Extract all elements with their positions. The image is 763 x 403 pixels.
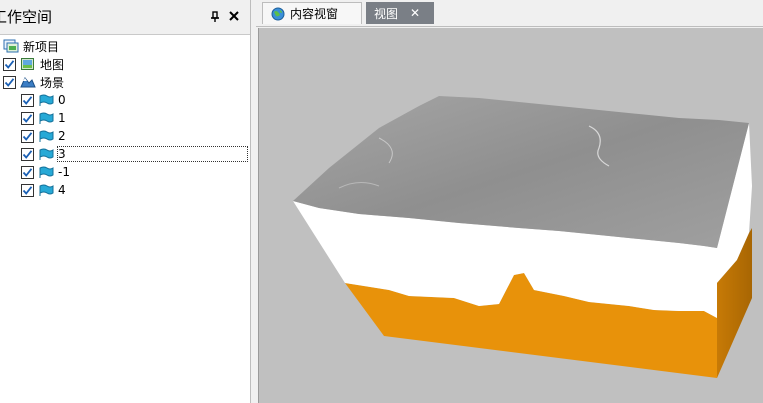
- tree-item-label: 新项目: [23, 39, 60, 54]
- layer-label: 4: [58, 183, 66, 197]
- check-icon: [22, 95, 33, 105]
- document-tab-strip: 内容视窗 视图 ✕: [256, 0, 763, 27]
- check-icon: [22, 185, 33, 195]
- scene-viewport[interactable]: [258, 28, 763, 403]
- layer-flag-icon: [39, 130, 54, 142]
- tab-content-window[interactable]: 内容视窗: [262, 2, 362, 24]
- tree-item-project[interactable]: 新项目: [3, 37, 59, 55]
- project-icon: [3, 39, 19, 53]
- layer-flag-icon: [39, 184, 54, 196]
- layer-label: 2: [58, 129, 66, 143]
- layer-flag-icon: [39, 148, 54, 160]
- check-icon: [22, 149, 33, 159]
- scene-icon: [20, 77, 36, 88]
- layer-flag-icon: [39, 112, 54, 124]
- layer-label: 1: [58, 111, 66, 125]
- tab-close-icon[interactable]: ✕: [410, 6, 420, 20]
- layer-label: 0: [58, 93, 66, 107]
- layer-item-selected[interactable]: 3: [21, 145, 248, 163]
- tab-label: 视图: [374, 6, 399, 21]
- layer-item[interactable]: 2: [21, 127, 66, 145]
- layer-item[interactable]: 1: [21, 109, 66, 127]
- scene-checkbox[interactable]: [3, 75, 16, 89]
- layer-item[interactable]: 4: [21, 181, 66, 199]
- pin-icon[interactable]: [210, 11, 220, 23]
- layer-label: -1: [58, 165, 70, 179]
- terrain-block: [293, 96, 752, 378]
- tree-item-scene[interactable]: 场景: [3, 73, 64, 91]
- layer-checkbox[interactable]: [21, 111, 34, 125]
- close-icon[interactable]: [228, 10, 240, 22]
- workspace-header: 工作空间: [0, 0, 251, 35]
- tab-label: 内容视窗: [290, 7, 339, 21]
- layer-checkbox[interactable]: [21, 183, 34, 197]
- check-icon: [4, 77, 15, 87]
- panel-splitter[interactable]: [250, 0, 256, 403]
- tree-item-label: 场景: [40, 75, 65, 90]
- check-icon: [4, 59, 15, 69]
- workspace-title: 工作空间: [0, 8, 53, 26]
- layer-checkbox[interactable]: [21, 129, 34, 143]
- check-icon: [22, 167, 33, 177]
- check-icon: [22, 113, 33, 123]
- layer-label: 3: [57, 146, 248, 162]
- globe-icon: [271, 7, 285, 20]
- check-icon: [22, 131, 33, 141]
- tree-item-map[interactable]: 地图: [3, 55, 64, 73]
- map-checkbox[interactable]: [3, 57, 16, 71]
- tree-item-label: 地图: [40, 57, 65, 72]
- layer-flag-icon: [39, 166, 54, 178]
- layer-checkbox[interactable]: [21, 93, 34, 107]
- tab-view[interactable]: 视图 ✕: [366, 2, 434, 24]
- layer-checkbox[interactable]: [21, 165, 34, 179]
- layer-flag-icon: [39, 94, 54, 106]
- layer-checkbox[interactable]: [21, 147, 34, 161]
- layer-item[interactable]: 0: [21, 91, 66, 109]
- layer-item[interactable]: -1: [21, 163, 70, 181]
- map-icon: [21, 58, 34, 70]
- workspace-panel: 工作空间 新项目: [0, 0, 251, 403]
